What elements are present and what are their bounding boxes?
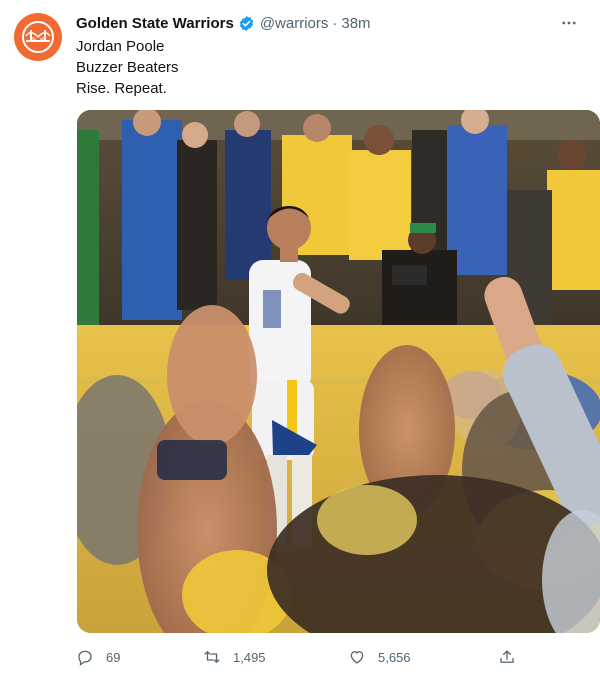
- reply-icon: [78, 650, 92, 666]
- tweet-line: Jordan Poole: [76, 38, 165, 55]
- share-icon: [500, 650, 514, 663]
- verified-badge-icon: [239, 15, 253, 31]
- tweet-text: Jordan Poole Buzzer Beaters Rise. Repeat…: [76, 36, 179, 99]
- tweet-time[interactable]: 38m: [341, 15, 370, 32]
- account-handle[interactable]: @warriors: [260, 15, 329, 32]
- heart-icon: [350, 651, 364, 664]
- tweet-media-video[interactable]: [77, 110, 600, 633]
- separator-dot: ·: [332, 14, 338, 32]
- tweet-line: Rise. Repeat.: [76, 80, 167, 97]
- retweet-icon: [204, 651, 220, 663]
- warriors-logo-icon: [22, 21, 54, 53]
- profile-avatar[interactable]: [14, 13, 62, 61]
- tweet-line: Buzzer Beaters: [76, 59, 179, 76]
- like-button[interactable]: 5,656: [348, 644, 411, 670]
- account-name[interactable]: Golden State Warriors: [76, 15, 234, 32]
- video-still-image: [77, 110, 600, 633]
- like-count: 5,656: [378, 649, 411, 665]
- retweet-button[interactable]: 1,495: [203, 644, 266, 670]
- retweet-count: 1,495: [233, 649, 266, 665]
- share-button[interactable]: [498, 644, 528, 670]
- tweet: Golden State Warriors @warriors · 38m Jo…: [0, 0, 600, 678]
- tweet-actions: 69 1,495 5,656: [76, 644, 600, 670]
- tweet-header: Golden State Warriors @warriors · 38m: [76, 12, 580, 34]
- reply-button[interactable]: 69: [76, 644, 120, 670]
- reply-count: 69: [106, 649, 121, 665]
- more-options-icon[interactable]: [558, 12, 580, 34]
